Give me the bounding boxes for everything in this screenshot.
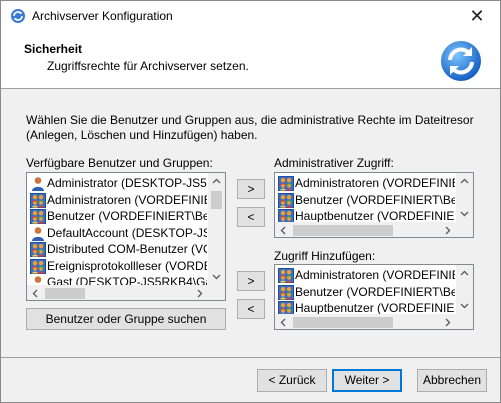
back-button[interactable]: < Zurück <box>257 369 327 392</box>
admin-hscrollbar[interactable] <box>275 222 473 238</box>
scroll-right-icon[interactable] <box>439 222 456 238</box>
scroll-right-icon[interactable] <box>439 314 456 330</box>
group-icon <box>278 284 294 300</box>
list-item[interactable]: DefaultAccount (DESKTOP-JS5R <box>29 225 207 242</box>
scroll-right-icon[interactable] <box>191 285 208 301</box>
list-item-label: Ereignisprotokollleser (VORDEFINI <box>47 258 207 273</box>
group-icon <box>278 192 294 208</box>
scroll-down-icon[interactable] <box>456 205 473 222</box>
scroll-up-icon[interactable] <box>456 173 473 190</box>
close-icon: ✕ <box>469 6 485 26</box>
admin-vscrollbar[interactable] <box>456 173 473 222</box>
window-title: Archivserver Konfiguration <box>32 9 173 23</box>
scroll-up-icon[interactable] <box>456 265 473 282</box>
user-icon <box>30 226 46 241</box>
add-vscrollbar[interactable] <box>456 265 473 314</box>
search-user-button[interactable]: Benutzer oder Gruppe suchen <box>26 308 226 330</box>
available-hscrollbar[interactable] <box>27 285 225 301</box>
next-button[interactable]: Weiter > <box>332 369 402 392</box>
sync-logo-icon <box>441 41 481 81</box>
add-access-listbox[interactable]: Administratoren (VORDEFINIERT\ Benutzer (… <box>274 264 474 330</box>
remove-access-button[interactable]: < <box>237 299 265 319</box>
page-subtitle: Zugriffsrechte für Archivserver setzen. <box>47 59 249 73</box>
list-item[interactable]: Administratoren (VORDEFINIERT\ <box>277 267 455 284</box>
list-item[interactable]: Administratoren (VORDEFINIERT\ <box>277 175 455 192</box>
list-item[interactable]: Distributed COM-Benutzer (VORDE <box>29 241 207 258</box>
list-item-label: Benutzer (VORDEFINIERT\Benut <box>295 284 455 299</box>
list-item-label: Distributed COM-Benutzer (VORDE <box>47 242 207 256</box>
list-item-label: Administratoren (VORDEFINIERT\ <box>295 176 455 190</box>
admin-access-label: Administrativer Zugriff: <box>274 156 394 170</box>
title-bar: Archivserver Konfiguration ✕ <box>1 1 500 31</box>
list-item[interactable]: Administrator (DESKTOP-JS5RKB4 <box>29 175 207 192</box>
scroll-left-icon[interactable] <box>275 222 292 238</box>
group-icon <box>278 268 294 283</box>
available-vscrollbar[interactable] <box>208 173 225 285</box>
page-title: Sicherheit <box>24 42 83 56</box>
scroll-up-icon[interactable] <box>208 173 225 190</box>
cancel-button[interactable]: Abbrechen <box>417 369 487 392</box>
scroll-thumb[interactable] <box>211 191 222 209</box>
list-item-label: Benutzer (VORDEFINIERT\Benutz <box>47 209 207 223</box>
footer-divider <box>1 357 500 358</box>
available-listbox[interactable]: Administrator (DESKTOP-JS5RKB4 Administra… <box>26 172 226 301</box>
scroll-left-icon[interactable] <box>27 285 44 301</box>
user-icon <box>30 176 46 191</box>
list-item[interactable]: Benutzer (VORDEFINIERT\Benutz <box>29 208 207 225</box>
list-item-label: Administratoren (VORDEFINIERT\ <box>295 268 455 282</box>
close-button[interactable]: ✕ <box>454 1 500 31</box>
list-item[interactable]: Administratoren (VORDEFINIERT\ <box>29 192 207 209</box>
available-label: Verfügbare Benutzer und Gruppen: <box>26 156 213 170</box>
scroll-thumb[interactable] <box>293 225 393 236</box>
group-icon <box>30 258 46 274</box>
wizard-header: Sicherheit Zugriffsrechte für Archivserv… <box>1 31 500 89</box>
scroll-down-icon[interactable] <box>208 268 225 285</box>
add-hscrollbar[interactable] <box>275 314 473 330</box>
scroll-left-icon[interactable] <box>275 314 292 330</box>
add-access-label: Zugriff Hinzufügen: <box>274 249 376 263</box>
group-icon <box>30 192 46 208</box>
sync-icon <box>11 9 25 23</box>
list-item-label: Benutzer (VORDEFINIERT\Benut <box>295 192 455 207</box>
list-item[interactable]: Benutzer (VORDEFINIERT\Benut <box>277 192 455 209</box>
scroll-thumb[interactable] <box>293 317 393 328</box>
scroll-down-icon[interactable] <box>456 297 473 314</box>
remove-admin-button[interactable]: < <box>237 207 265 227</box>
list-item-label: DefaultAccount (DESKTOP-JS5R <box>47 225 207 240</box>
list-item[interactable]: Benutzer (VORDEFINIERT\Benut <box>277 284 455 301</box>
add-access-button[interactable]: > <box>237 271 265 291</box>
dialog-window: Archivserver Konfiguration ✕ Sicherheit … <box>0 0 501 403</box>
group-icon <box>30 209 46 224</box>
admin-access-listbox[interactable]: Administratoren (VORDEFINIERT\ Benutzer (… <box>274 172 474 238</box>
add-admin-button[interactable]: > <box>237 179 265 199</box>
description-text: Wählen Sie die Benutzer und Gruppen aus,… <box>26 113 474 142</box>
list-item[interactable]: Ereignisprotokollleser (VORDEFINI <box>29 258 207 275</box>
list-item-label: Administratoren (VORDEFINIERT\ <box>47 192 207 207</box>
group-icon <box>30 242 46 257</box>
group-icon <box>278 176 294 191</box>
scroll-thumb[interactable] <box>45 288 85 299</box>
list-item-label: Administrator (DESKTOP-JS5RKB4 <box>47 176 207 190</box>
